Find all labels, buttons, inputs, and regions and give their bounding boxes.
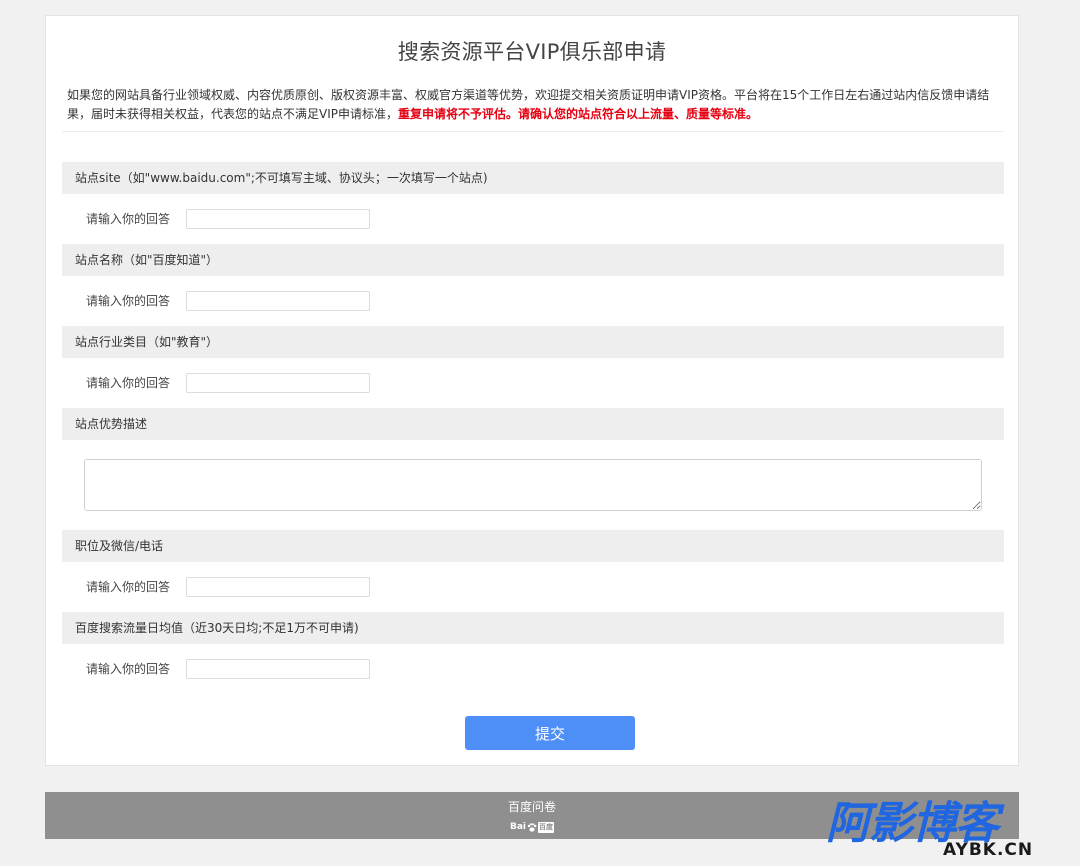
site-input[interactable]: [186, 209, 370, 229]
site-name-input[interactable]: [186, 291, 370, 311]
intro-paragraph: 如果您的网站具备行业领域权威、内容优质原创、版权资源丰富、权威官方渠道等优势，欢…: [67, 86, 1002, 124]
advantages-textarea[interactable]: [84, 459, 982, 511]
question-title-traffic: 百度搜索流量日均值（近30天日均;不足1万不可申请): [62, 612, 1004, 644]
answer-label: 请输入你的回答: [86, 662, 171, 676]
logo-badge: 百度: [538, 822, 555, 833]
page-title: 搜索资源平台VIP俱乐部申请: [397, 40, 667, 64]
watermark-sub: AYBK.CN: [943, 840, 1034, 860]
traffic-input[interactable]: [186, 659, 370, 679]
question-title-site-name: 站点名称（如"百度知道"）: [62, 244, 1004, 276]
answer-label: 请输入你的回答: [86, 294, 171, 308]
question-title-industry: 站点行业类目（如"教育"）: [62, 326, 1004, 358]
question-title-contact: 职位及微信/电话: [62, 530, 1004, 562]
submit-button[interactable]: 提交: [465, 716, 635, 750]
logo-text: Bai: [509, 822, 527, 832]
question-title-advantages: 站点优势描述: [62, 408, 1004, 440]
contact-input[interactable]: [186, 577, 370, 597]
answer-label: 请输入你的回答: [86, 212, 171, 226]
paw-icon: [527, 823, 537, 832]
intro-warning: 重复申请将不予评估。请确认您的站点符合以上流量、质量等标准。: [398, 107, 759, 121]
question-title-site: 站点site（如"www.baidu.com";不可填写主域、协议头；一次填写一…: [62, 162, 1004, 194]
answer-label: 请输入你的回答: [86, 376, 171, 390]
industry-input[interactable]: [186, 373, 370, 393]
baidu-logo: Bai 百度: [509, 822, 555, 833]
watermark: 阿影博客 AYBK.CN: [826, 800, 1062, 862]
survey-card: 搜索资源平台VIP俱乐部申请 如果您的网站具备行业领域权威、内容优质原创、版权资…: [45, 15, 1019, 766]
answer-label: 请输入你的回答: [86, 580, 171, 594]
divider: [62, 131, 1004, 132]
